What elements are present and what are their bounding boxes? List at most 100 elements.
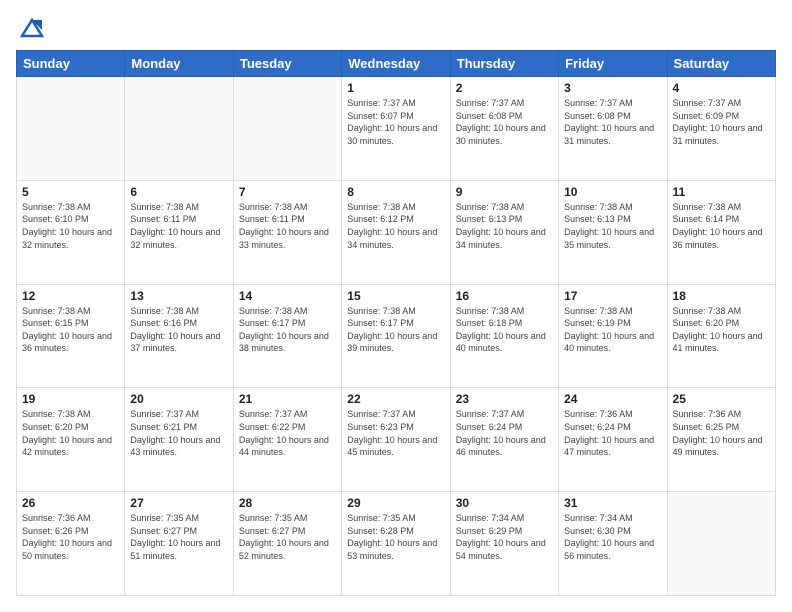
calendar-cell: 24 Sunrise: 7:36 AM Sunset: 6:24 PM Dayli… (559, 388, 667, 492)
calendar-cell: 27 Sunrise: 7:35 AM Sunset: 6:27 PM Dayli… (125, 492, 233, 596)
day-info: Sunrise: 7:38 AM Sunset: 6:20 PM Dayligh… (673, 305, 770, 355)
day-number: 16 (456, 289, 553, 303)
day-info: Sunrise: 7:38 AM Sunset: 6:15 PM Dayligh… (22, 305, 119, 355)
day-number: 14 (239, 289, 336, 303)
day-info: Sunrise: 7:38 AM Sunset: 6:10 PM Dayligh… (22, 201, 119, 251)
day-info: Sunrise: 7:35 AM Sunset: 6:28 PM Dayligh… (347, 512, 444, 562)
day-info: Sunrise: 7:34 AM Sunset: 6:29 PM Dayligh… (456, 512, 553, 562)
day-number: 7 (239, 185, 336, 199)
calendar-cell: 30 Sunrise: 7:34 AM Sunset: 6:29 PM Dayli… (450, 492, 558, 596)
day-info: Sunrise: 7:34 AM Sunset: 6:30 PM Dayligh… (564, 512, 661, 562)
day-number: 9 (456, 185, 553, 199)
calendar-cell: 12 Sunrise: 7:38 AM Sunset: 6:15 PM Dayli… (17, 284, 125, 388)
calendar-cell (125, 77, 233, 181)
calendar-week-row: 19 Sunrise: 7:38 AM Sunset: 6:20 PM Dayli… (17, 388, 776, 492)
calendar-cell: 13 Sunrise: 7:38 AM Sunset: 6:16 PM Dayli… (125, 284, 233, 388)
calendar-cell: 9 Sunrise: 7:38 AM Sunset: 6:13 PM Daylig… (450, 180, 558, 284)
calendar-cell: 3 Sunrise: 7:37 AM Sunset: 6:08 PM Daylig… (559, 77, 667, 181)
calendar-cell: 17 Sunrise: 7:38 AM Sunset: 6:19 PM Dayli… (559, 284, 667, 388)
calendar-cell: 1 Sunrise: 7:37 AM Sunset: 6:07 PM Daylig… (342, 77, 450, 181)
calendar-cell: 18 Sunrise: 7:38 AM Sunset: 6:20 PM Dayli… (667, 284, 775, 388)
day-number: 6 (130, 185, 227, 199)
day-number: 22 (347, 392, 444, 406)
day-info: Sunrise: 7:38 AM Sunset: 6:16 PM Dayligh… (130, 305, 227, 355)
calendar-cell: 4 Sunrise: 7:37 AM Sunset: 6:09 PM Daylig… (667, 77, 775, 181)
day-info: Sunrise: 7:38 AM Sunset: 6:13 PM Dayligh… (564, 201, 661, 251)
day-number: 15 (347, 289, 444, 303)
day-info: Sunrise: 7:37 AM Sunset: 6:08 PM Dayligh… (564, 97, 661, 147)
day-info: Sunrise: 7:37 AM Sunset: 6:21 PM Dayligh… (130, 408, 227, 458)
calendar-cell: 28Sunrise: 7:35 AM Sunset: 6:27 PM Dayli… (233, 492, 341, 596)
day-info: Sunrise: 7:38 AM Sunset: 6:17 PM Dayligh… (239, 305, 336, 355)
day-number: 24 (564, 392, 661, 406)
day-info: Sunrise: 7:38 AM Sunset: 6:19 PM Dayligh… (564, 305, 661, 355)
day-number: 30 (456, 496, 553, 510)
calendar-cell (233, 77, 341, 181)
day-number: 2 (456, 81, 553, 95)
calendar-cell: 2 Sunrise: 7:37 AM Sunset: 6:08 PM Daylig… (450, 77, 558, 181)
day-number: 31 (564, 496, 661, 510)
calendar-cell: 26Sunrise: 7:36 AM Sunset: 6:26 PM Dayli… (17, 492, 125, 596)
weekday-header-row: SundayMondayTuesdayWednesdayThursdayFrid… (17, 51, 776, 77)
day-info: Sunrise: 7:37 AM Sunset: 6:22 PM Dayligh… (239, 408, 336, 458)
calendar-table: SundayMondayTuesdayWednesdayThursdayFrid… (16, 50, 776, 596)
calendar-week-row: 1 Sunrise: 7:37 AM Sunset: 6:07 PM Daylig… (17, 77, 776, 181)
day-number: 3 (564, 81, 661, 95)
calendar-cell (667, 492, 775, 596)
weekday-header-monday: Monday (125, 51, 233, 77)
day-info: Sunrise: 7:38 AM Sunset: 6:13 PM Dayligh… (456, 201, 553, 251)
day-number: 25 (673, 392, 770, 406)
calendar-cell: 11 Sunrise: 7:38 AM Sunset: 6:14 PM Dayli… (667, 180, 775, 284)
day-number: 13 (130, 289, 227, 303)
day-info: Sunrise: 7:38 AM Sunset: 6:18 PM Dayligh… (456, 305, 553, 355)
day-info: Sunrise: 7:38 AM Sunset: 6:11 PM Dayligh… (130, 201, 227, 251)
calendar-cell: 20 Sunrise: 7:37 AM Sunset: 6:21 PM Dayli… (125, 388, 233, 492)
calendar-cell: 29 Sunrise: 7:35 AM Sunset: 6:28 PM Dayli… (342, 492, 450, 596)
calendar-cell: 5 Sunrise: 7:38 AM Sunset: 6:10 PM Daylig… (17, 180, 125, 284)
day-info: Sunrise: 7:37 AM Sunset: 6:24 PM Dayligh… (456, 408, 553, 458)
day-number: 12 (22, 289, 119, 303)
calendar-cell: 25 Sunrise: 7:36 AM Sunset: 6:25 PM Dayli… (667, 388, 775, 492)
day-number: 10 (564, 185, 661, 199)
day-info: Sunrise: 7:35 AM Sunset: 6:27 PM Dayligh… (239, 512, 336, 562)
calendar-cell: 14 Sunrise: 7:38 AM Sunset: 6:17 PM Dayli… (233, 284, 341, 388)
logo (16, 16, 46, 40)
weekday-header-saturday: Saturday (667, 51, 775, 77)
day-number: 23 (456, 392, 553, 406)
calendar-week-row: 26Sunrise: 7:36 AM Sunset: 6:26 PM Dayli… (17, 492, 776, 596)
day-info: Sunrise: 7:38 AM Sunset: 6:14 PM Dayligh… (673, 201, 770, 251)
calendar-week-row: 5 Sunrise: 7:38 AM Sunset: 6:10 PM Daylig… (17, 180, 776, 284)
day-info: Sunrise: 7:36 AM Sunset: 6:25 PM Dayligh… (673, 408, 770, 458)
calendar-cell: 16 Sunrise: 7:38 AM Sunset: 6:18 PM Dayli… (450, 284, 558, 388)
calendar-cell: 10 Sunrise: 7:38 AM Sunset: 6:13 PM Dayli… (559, 180, 667, 284)
day-number: 27 (130, 496, 227, 510)
day-info: Sunrise: 7:37 AM Sunset: 6:23 PM Dayligh… (347, 408, 444, 458)
day-number: 1 (347, 81, 444, 95)
day-number: 17 (564, 289, 661, 303)
day-number: 11 (673, 185, 770, 199)
day-number: 4 (673, 81, 770, 95)
day-number: 5 (22, 185, 119, 199)
day-number: 18 (673, 289, 770, 303)
header (16, 16, 776, 40)
calendar-cell: 15 Sunrise: 7:38 AM Sunset: 6:17 PM Dayli… (342, 284, 450, 388)
day-info: Sunrise: 7:38 AM Sunset: 6:20 PM Dayligh… (22, 408, 119, 458)
day-info: Sunrise: 7:38 AM Sunset: 6:17 PM Dayligh… (347, 305, 444, 355)
day-number: 8 (347, 185, 444, 199)
day-number: 20 (130, 392, 227, 406)
day-info: Sunrise: 7:37 AM Sunset: 6:07 PM Dayligh… (347, 97, 444, 147)
day-number: 19 (22, 392, 119, 406)
day-number: 26 (22, 496, 119, 510)
calendar-cell: 22 Sunrise: 7:37 AM Sunset: 6:23 PM Dayli… (342, 388, 450, 492)
day-info: Sunrise: 7:37 AM Sunset: 6:09 PM Dayligh… (673, 97, 770, 147)
weekday-header-tuesday: Tuesday (233, 51, 341, 77)
day-info: Sunrise: 7:35 AM Sunset: 6:27 PM Dayligh… (130, 512, 227, 562)
day-info: Sunrise: 7:36 AM Sunset: 6:24 PM Dayligh… (564, 408, 661, 458)
logo-icon (18, 16, 46, 40)
page: SundayMondayTuesdayWednesdayThursdayFrid… (0, 0, 792, 612)
calendar-cell: 7Sunrise: 7:38 AM Sunset: 6:11 PM Daylig… (233, 180, 341, 284)
day-info: Sunrise: 7:37 AM Sunset: 6:08 PM Dayligh… (456, 97, 553, 147)
calendar-cell: 6 Sunrise: 7:38 AM Sunset: 6:11 PM Daylig… (125, 180, 233, 284)
day-number: 29 (347, 496, 444, 510)
calendar-cell (17, 77, 125, 181)
